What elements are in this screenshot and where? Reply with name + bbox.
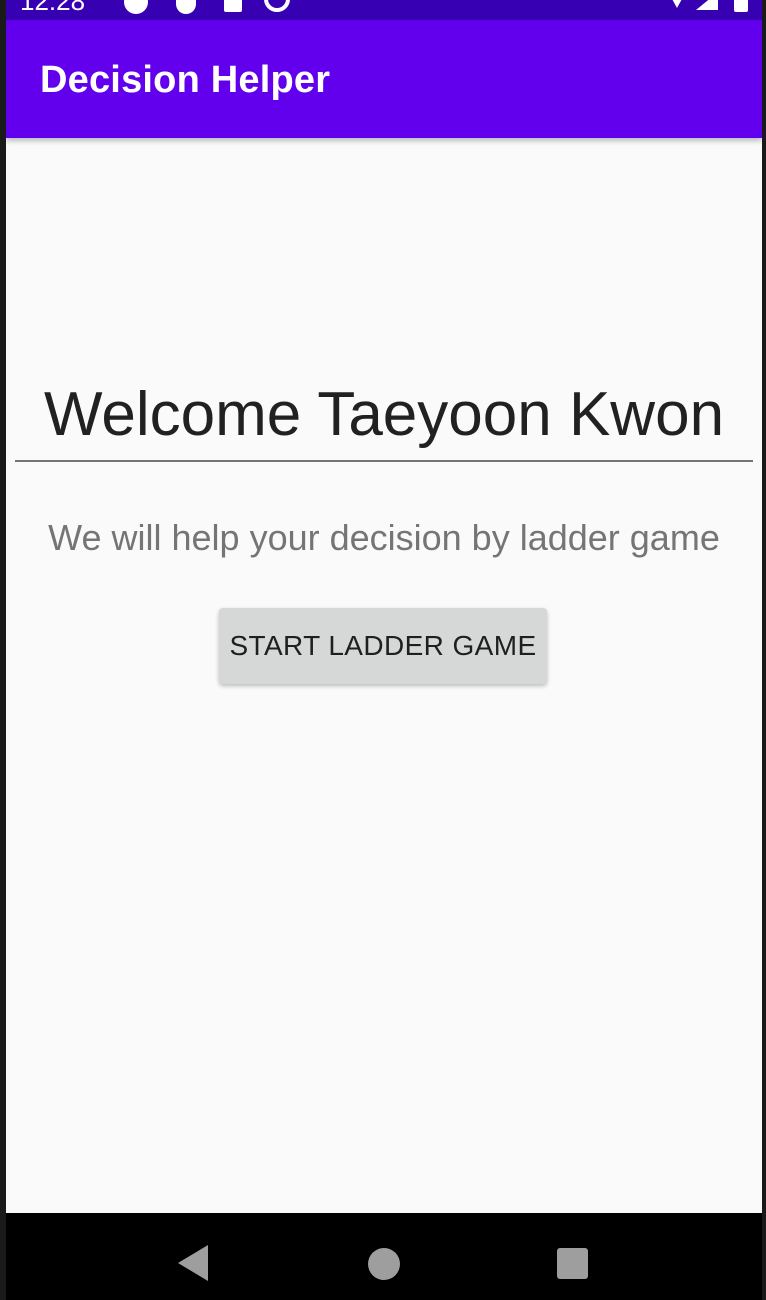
start-button-label: START LADDER GAME xyxy=(229,630,537,661)
back-icon[interactable] xyxy=(178,1245,208,1281)
subtitle-text: We will help your decision by ladder gam… xyxy=(48,517,720,558)
welcome-text: Welcome Taeyoon Kwon xyxy=(43,380,725,449)
sim-card-icon xyxy=(224,0,242,12)
start-ladder-game-button[interactable]: START LADDER GAME xyxy=(219,608,547,684)
home-icon[interactable] xyxy=(368,1248,400,1280)
shield-icon xyxy=(176,0,196,14)
battery-icon xyxy=(734,0,748,12)
signal-icon xyxy=(696,0,718,10)
gear-icon xyxy=(124,0,148,14)
welcome-field[interactable]: Welcome Taeyoon Kwon xyxy=(15,376,753,462)
wifi-icon xyxy=(666,0,688,8)
main-content: Welcome Taeyoon Kwon We will help your d… xyxy=(6,138,762,1213)
app-title: Decision Helper xyxy=(40,59,331,101)
navigation-bar xyxy=(6,1213,762,1300)
device-screen: 12:28 Decision Helper Welcome Taeyoon Kw… xyxy=(6,0,762,1300)
at-sign-icon xyxy=(264,0,290,12)
status-bar: 12:28 xyxy=(6,0,762,20)
status-time: 12:28 xyxy=(20,0,86,16)
app-bar: Decision Helper xyxy=(6,20,762,138)
recents-icon[interactable] xyxy=(557,1248,588,1279)
